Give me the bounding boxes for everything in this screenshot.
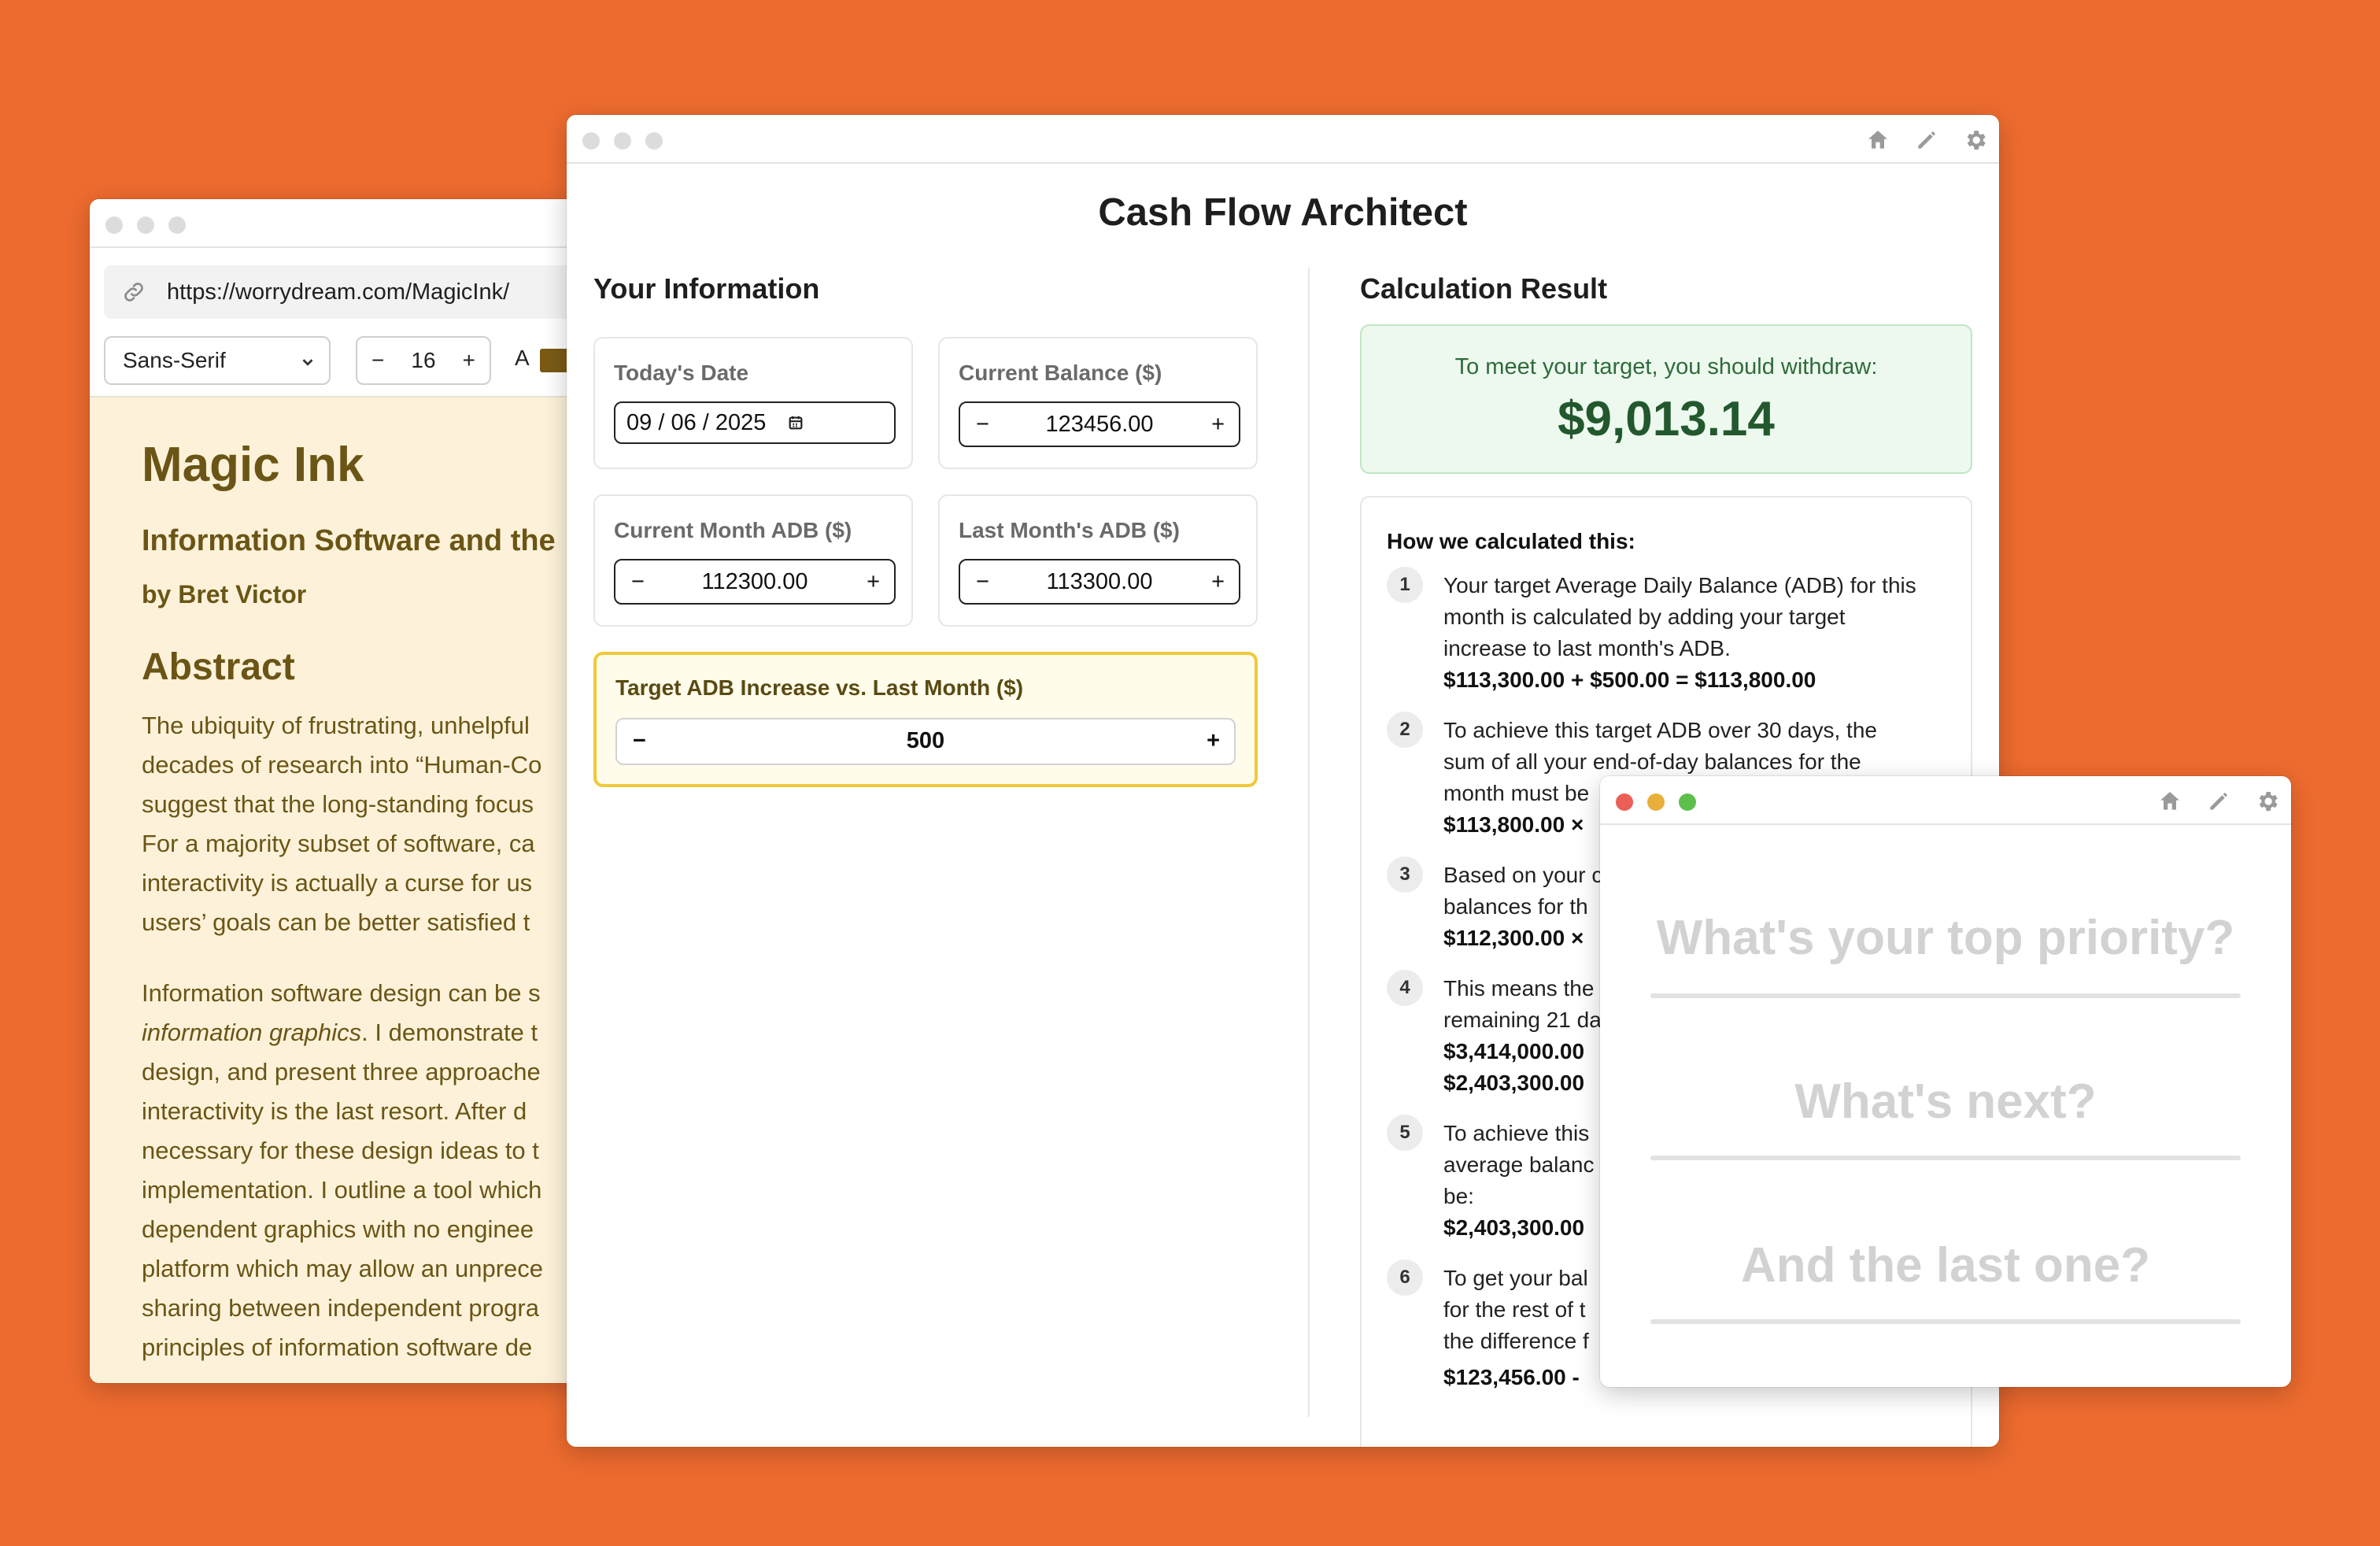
step-number: 5	[1387, 1115, 1423, 1151]
cashflow-titlebar	[567, 115, 1999, 164]
priority-underline	[1650, 993, 2241, 998]
todays-date-card: Today's Date 09 / 06 / 2025	[593, 337, 913, 469]
priority-input-2[interactable]: What's next?	[1650, 1074, 2241, 1130]
date-separator: /	[702, 410, 709, 435]
font-family-value: Sans-Serif	[123, 348, 226, 372]
calculation-result-heading: Calculation Result	[1360, 272, 1608, 305]
step-number: 2	[1387, 712, 1423, 748]
priorities-window: What's your top priority? What's next? A…	[1600, 776, 2291, 1387]
gear-icon[interactable]	[1963, 128, 1988, 153]
italic-term: information graphics	[142, 1019, 362, 1046]
step-number: 4	[1387, 970, 1423, 1006]
text-line: month is calculated by adding your targe…	[1443, 605, 1846, 629]
chevron-down-icon	[302, 359, 313, 366]
increase-button[interactable]: +	[1211, 560, 1225, 603]
current-month-adb-stepper: − 112300.00 +	[614, 559, 896, 605]
text-line: To achieve this target ADB over 30 days,…	[1443, 718, 1877, 742]
target-increase-label: Target ADB Increase vs. Last Month ($)	[615, 675, 1024, 700]
window-actions	[2157, 789, 2280, 814]
step-formula: $113,300.00 + $500.00 = $113,800.00	[1443, 668, 1816, 692]
target-increase-card: Target ADB Increase vs. Last Month ($) −…	[593, 652, 1258, 787]
minimize-dot[interactable]	[1647, 793, 1665, 811]
last-month-adb-input[interactable]: 113300.00	[960, 560, 1239, 603]
your-information-heading: Your Information	[593, 272, 820, 305]
pencil-icon[interactable]	[1914, 128, 1939, 153]
result-summary: To meet your target, you should withdraw…	[1360, 324, 1972, 474]
todays-date-label: Today's Date	[614, 361, 749, 385]
last-month-adb-card: Last Month's ADB ($) − 113300.00 +	[938, 494, 1258, 627]
date-year[interactable]: 2025	[715, 410, 767, 435]
url-text: https://worrydream.com/MagicInk/	[167, 279, 510, 305]
current-balance-card: Current Balance ($) − 123456.00 +	[938, 337, 1258, 469]
current-balance-label: Current Balance ($)	[959, 361, 1162, 385]
close-dot[interactable]	[582, 132, 600, 150]
last-month-adb-stepper: − 113300.00 +	[959, 559, 1240, 605]
priority-input-3[interactable]: And the last one?	[1650, 1237, 2241, 1293]
current-balance-input[interactable]: 123456.00	[960, 403, 1239, 446]
step-number: 1	[1387, 567, 1423, 603]
font-size-increase-button[interactable]: +	[463, 338, 475, 383]
withdraw-amount: $9,013.14	[1558, 392, 1775, 446]
zoom-dot[interactable]	[168, 216, 186, 234]
step-number: 6	[1387, 1259, 1423, 1296]
date-month[interactable]: 09	[626, 410, 652, 435]
text-line: sum of all your end-of-day balances for …	[1443, 749, 1861, 774]
increase-button[interactable]: +	[1207, 719, 1220, 762]
text-line: Your target Average Daily Balance (ADB) …	[1443, 573, 1916, 597]
home-icon[interactable]	[1865, 128, 1890, 153]
zoom-dot[interactable]	[645, 132, 663, 150]
current-month-adb-card: Current Month ADB ($) − 112300.00 +	[593, 494, 913, 627]
target-increase-stepper: − 500 +	[615, 718, 1236, 765]
font-size-stepper: − 16 +	[356, 336, 491, 385]
priorities-titlebar	[1600, 776, 2291, 825]
pencil-icon[interactable]	[2206, 789, 2231, 814]
link-icon	[124, 283, 143, 301]
todays-date-input[interactable]: 09 / 06 / 2025	[614, 401, 896, 444]
app-title: Cash Flow Architect	[1098, 191, 1468, 234]
target-increase-input[interactable]: 500	[617, 719, 1234, 762]
calendar-icon[interactable]	[787, 414, 804, 431]
increase-button[interactable]: +	[867, 560, 880, 603]
window-actions	[1865, 128, 1988, 153]
date-day[interactable]: 06	[671, 410, 696, 435]
step-text: Your target Average Daily Balance (ADB) …	[1443, 570, 1947, 696]
current-month-adb-input[interactable]: 112300.00	[615, 560, 894, 603]
font-family-select[interactable]: Sans-Serif	[104, 336, 331, 385]
close-dot[interactable]	[1616, 793, 1633, 811]
result-message: To meet your target, you should withdraw…	[1454, 354, 1878, 379]
last-month-adb-label: Last Month's ADB ($)	[959, 518, 1180, 542]
priority-input-1[interactable]: What's your top priority?	[1650, 910, 2241, 966]
minimize-dot[interactable]	[614, 132, 631, 150]
step-number: 3	[1387, 856, 1423, 893]
priority-underline	[1650, 1319, 2241, 1324]
explanation-heading: How we calculated this:	[1387, 529, 1635, 553]
text-line: increase to last month's ADB.	[1443, 636, 1731, 660]
current-balance-stepper: − 123456.00 +	[959, 401, 1240, 447]
close-dot[interactable]	[105, 216, 123, 234]
minimize-dot[interactable]	[137, 216, 154, 234]
gear-icon[interactable]	[2255, 789, 2280, 814]
date-separator: /	[658, 410, 665, 435]
home-icon[interactable]	[2157, 789, 2182, 814]
text-fragment: . I demonstrate t	[361, 1019, 538, 1046]
current-month-adb-label: Current Month ADB ($)	[614, 518, 852, 542]
text-color-label: A	[515, 346, 530, 370]
column-divider	[1308, 268, 1310, 1417]
increase-button[interactable]: +	[1211, 403, 1225, 446]
zoom-dot[interactable]	[1679, 793, 1696, 811]
priority-underline	[1650, 1156, 2241, 1160]
